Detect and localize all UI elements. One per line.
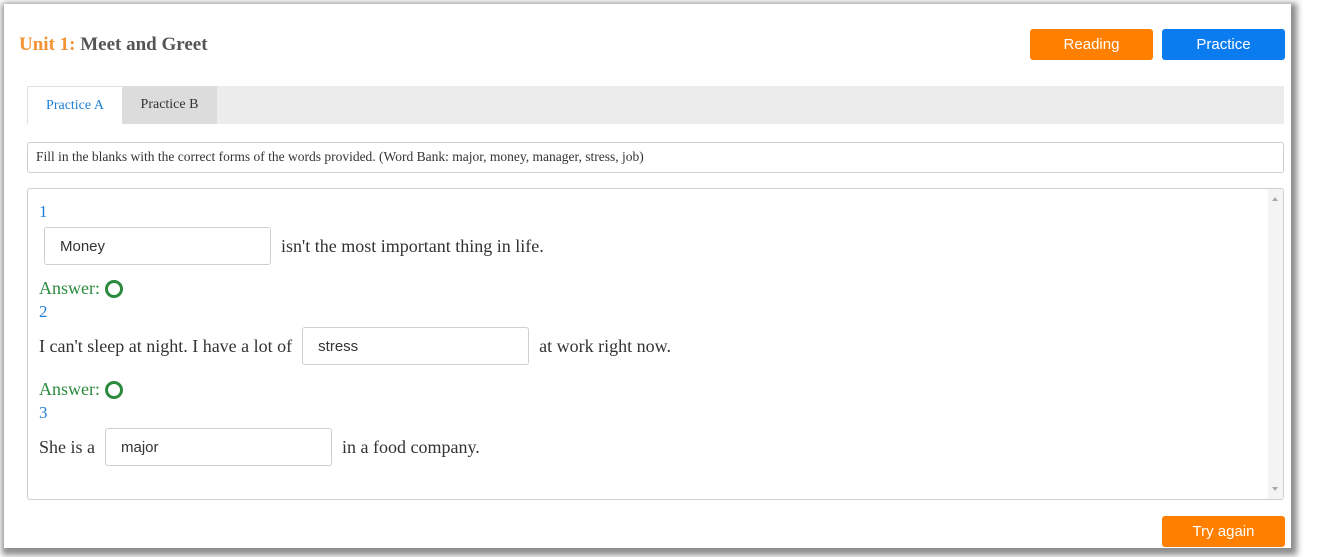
question-text-after: isn't the most important thing in life. (281, 235, 544, 256)
question-text-after: at work right now. (539, 335, 671, 356)
scroll-down-icon[interactable] (1272, 487, 1278, 491)
question-text-after: in a food company. (342, 436, 480, 457)
questions-panel: 1 Money isn't the most important thing i… (27, 188, 1284, 500)
question-text-before: She is a (39, 436, 95, 457)
tab-bar: Practice A Practice B (27, 86, 1284, 124)
question-line: She is a major in a food company. (39, 428, 480, 466)
answer-feedback: Answer: (39, 379, 123, 400)
answer-input[interactable]: Money (44, 227, 271, 265)
correct-circle-icon (105, 380, 123, 399)
question-number: 1 (39, 202, 48, 221)
reading-button[interactable]: Reading (1030, 29, 1153, 60)
question-text-before: I can't sleep at night. I have a lot of (39, 335, 293, 356)
unit-label: Unit 1: (19, 34, 76, 55)
page-title: Unit 1: Meet and Greet (19, 34, 208, 56)
answer-label: Answer: (39, 379, 100, 399)
instructions-text: Fill in the blanks with the correct form… (27, 142, 1284, 173)
answer-feedback: Answer: (39, 278, 123, 299)
scrollbar[interactable] (1268, 189, 1283, 499)
question-number: 2 (39, 302, 48, 321)
correct-circle-icon (105, 279, 123, 298)
tab-practice-a[interactable]: Practice A (27, 86, 122, 124)
question-line: Money isn't the most important thing in … (39, 227, 544, 265)
question-number: 3 (39, 403, 48, 422)
unit-title: Meet and Greet (80, 34, 208, 55)
answer-input[interactable]: stress (302, 327, 530, 365)
answer-label: Answer: (39, 278, 100, 298)
scroll-up-icon[interactable] (1272, 197, 1278, 201)
answer-input[interactable]: major (105, 428, 332, 466)
try-again-button[interactable]: Try again (1162, 516, 1285, 547)
tab-practice-b[interactable]: Practice B (122, 86, 217, 124)
practice-button[interactable]: Practice (1162, 29, 1285, 60)
question-line: I can't sleep at night. I have a lot of … (39, 327, 671, 365)
